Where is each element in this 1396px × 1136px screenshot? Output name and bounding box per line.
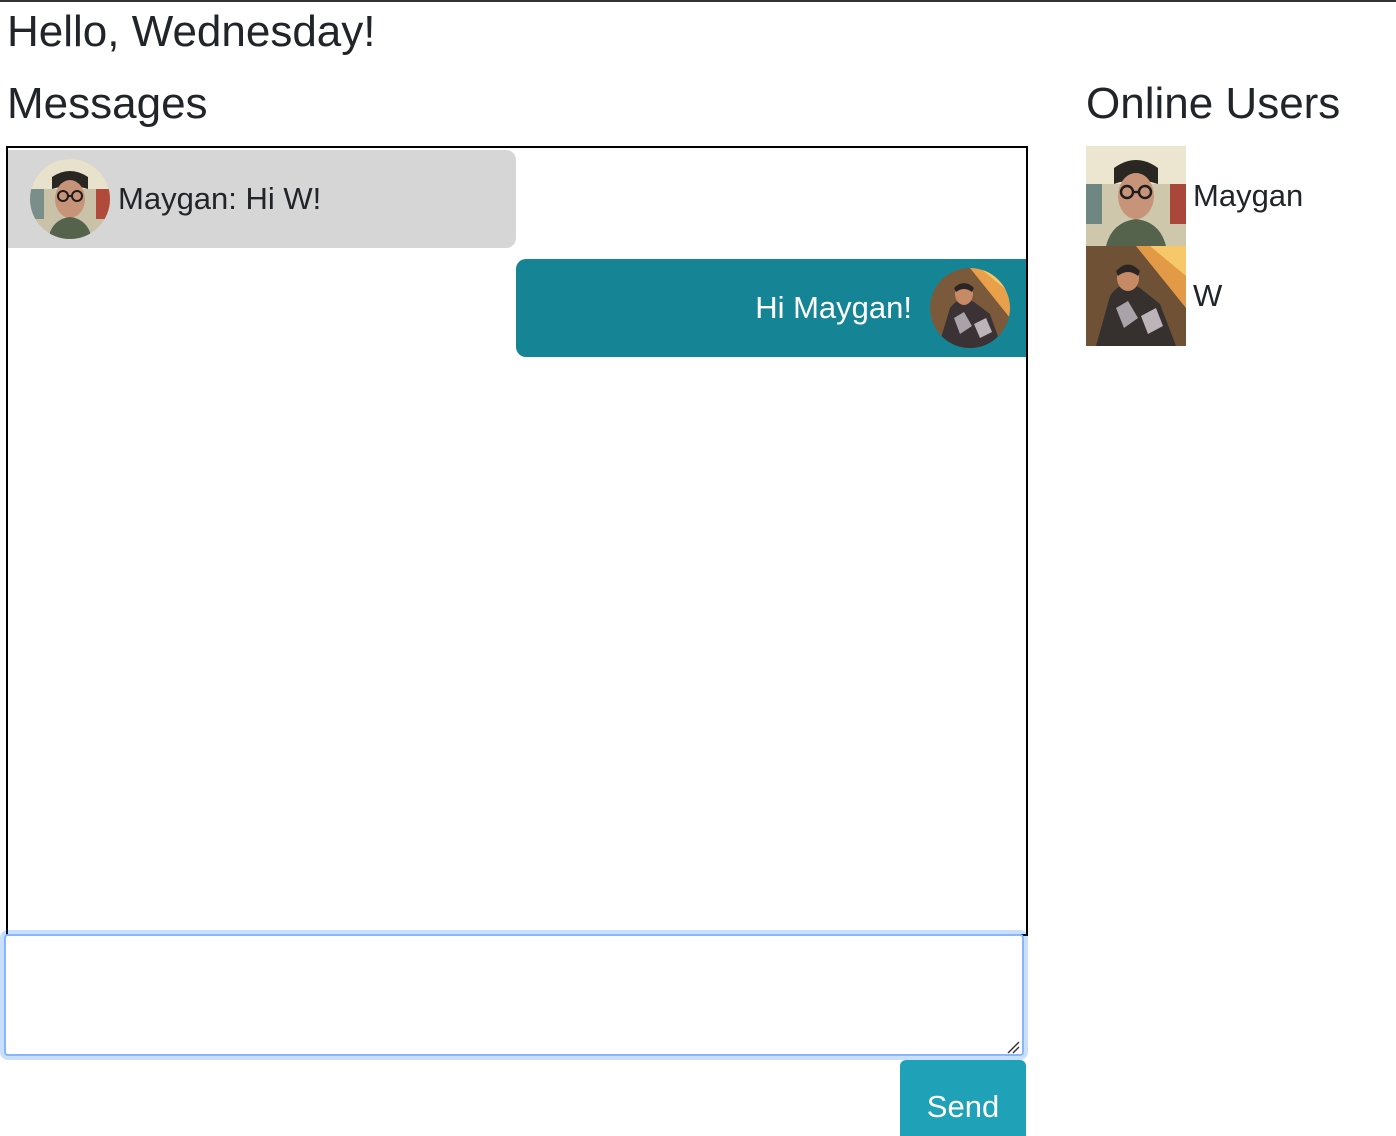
online-user-name: Maygan: [1193, 178, 1304, 213]
online-user-name: W: [1193, 278, 1223, 313]
message-received: Maygan: Hi W!: [8, 150, 516, 248]
message-input[interactable]: [4, 934, 1024, 1056]
message-text: Hi Maygan!: [755, 290, 912, 325]
online-user-item[interactable]: W: [1086, 246, 1386, 346]
w-avatar-icon: [930, 268, 1010, 348]
message-list[interactable]: Maygan: Hi W! Hi Maygan!: [6, 146, 1028, 936]
online-users-list: Maygan W: [1086, 146, 1386, 346]
top-divider: [0, 0, 1396, 2]
send-button[interactable]: Send: [900, 1060, 1026, 1136]
message-sent: Hi Maygan!: [516, 259, 1026, 357]
w-photo-icon: [1086, 246, 1186, 346]
resize-handle-icon[interactable]: [1006, 1040, 1020, 1054]
maygan-photo-icon: [1086, 146, 1186, 246]
online-user-item[interactable]: Maygan: [1086, 146, 1386, 246]
messages-heading: Messages: [7, 79, 208, 128]
online-users-heading: Online Users: [1086, 79, 1341, 128]
maygan-avatar-icon: [30, 159, 110, 239]
message-text: Maygan: Hi W!: [118, 181, 322, 216]
greeting-title: Hello, Wednesday!: [7, 7, 376, 56]
